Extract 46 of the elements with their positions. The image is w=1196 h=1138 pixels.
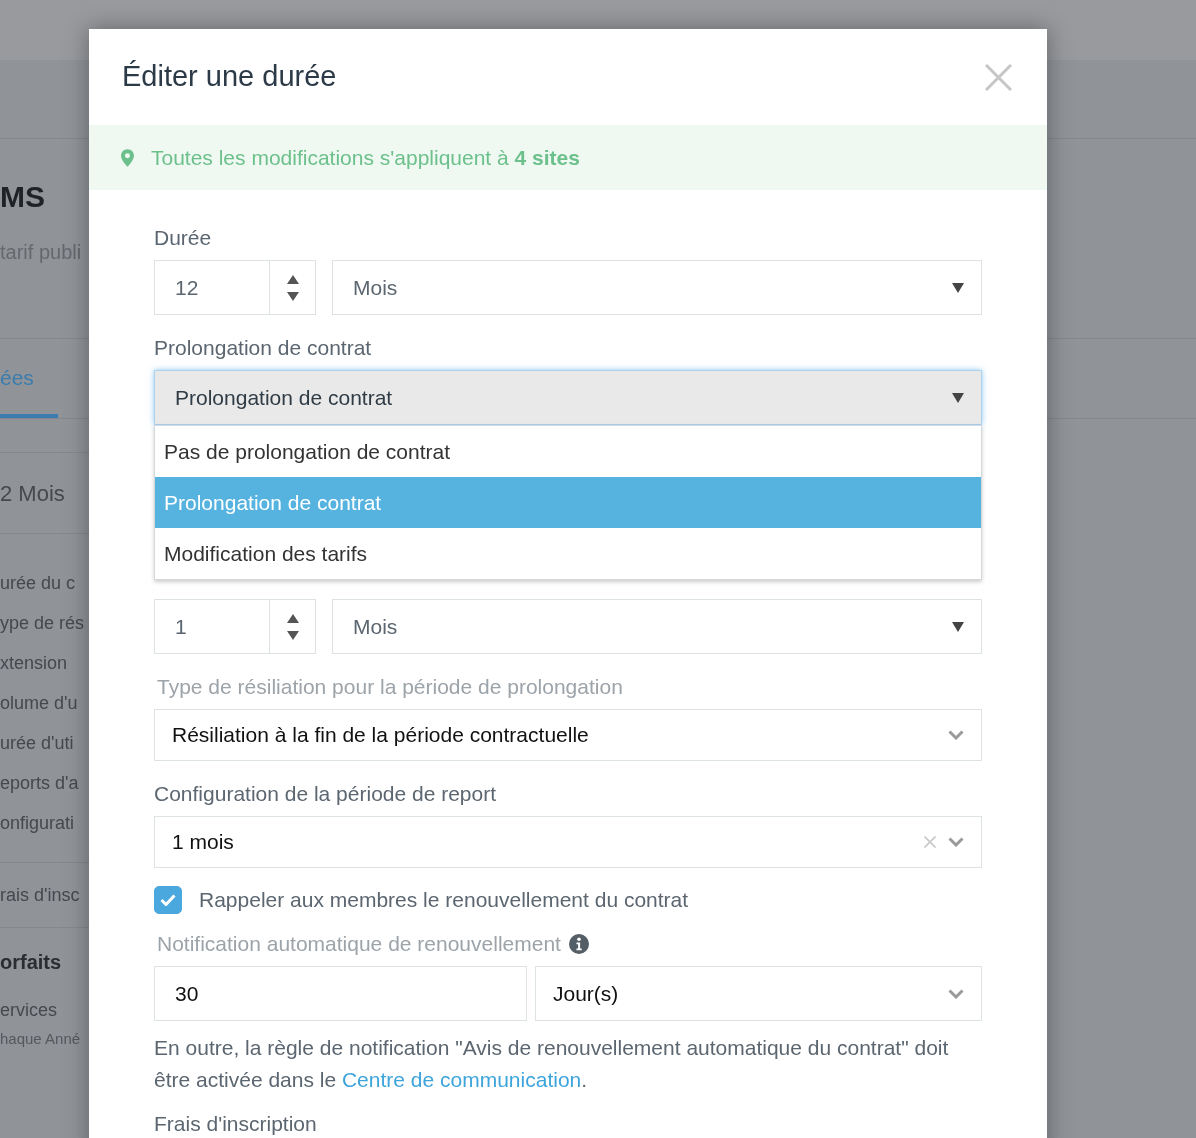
detail-label: urée d'uti [0, 732, 74, 755]
duration-text: 2 Mois [0, 479, 65, 508]
service-label: ervices [0, 999, 57, 1022]
caret-down-icon [952, 282, 964, 293]
up-down-arrows-icon[interactable] [286, 274, 299, 301]
select-field[interactable]: 1 mois [154, 816, 982, 868]
service-note: haque Anné [0, 1029, 81, 1049]
select-field[interactable]: Mois [332, 260, 982, 315]
select-field[interactable]: Mois [332, 599, 982, 654]
detail-label: eports d'a [0, 772, 79, 795]
dropdown-option[interactable]: Pas de prolongation de contrat [155, 426, 981, 477]
field-label: Notification automatique de renouvellement [156, 932, 561, 956]
number-field[interactable]: 12 [154, 260, 316, 315]
detail-label: olume d'u [0, 692, 78, 715]
fee-label: rais d'insc [0, 883, 80, 907]
field-label: Configuration de la période de report [154, 782, 497, 806]
up-down-arrows-icon[interactable] [286, 613, 299, 640]
field-label: Prolongation de contrat [154, 336, 372, 360]
chevron-down-icon [948, 837, 964, 847]
field-label: Type de résiliation pour la période de prolongation [156, 675, 623, 699]
dropdown-option[interactable]: Modification des tarifs [155, 528, 981, 579]
field-label: Durée [154, 226, 212, 250]
field-label: Frais d'inscription [154, 1112, 317, 1136]
select-field[interactable]: Résiliation à la fin de la période contractuelle [154, 709, 982, 761]
detail-label: onfigurati [0, 812, 75, 835]
detail-label: ype de rés [0, 612, 85, 635]
banner-text: Toutes les modifications s'appliquent à 4 sites [151, 144, 580, 171]
select-field[interactable]: Jour(s) [535, 966, 982, 1021]
caret-down-icon [952, 621, 964, 632]
input-field[interactable]: 30 [154, 966, 527, 1021]
location-pin-icon [121, 148, 134, 167]
help-text: En outre, la règle de notification "Avis de renouvellement automatique du contrat" doit être activée dans le Centre de communication. [154, 1035, 950, 1093]
number-field[interactable]: 1 [154, 599, 316, 654]
chevron-down-icon [948, 730, 964, 740]
caret-down-icon [952, 392, 964, 403]
dialog-title: Éditer une durée [122, 59, 337, 95]
checkbox[interactable] [154, 886, 182, 914]
detail-label: xtension [0, 652, 68, 675]
page-title: MS [0, 180, 45, 214]
check-icon [160, 894, 176, 906]
section-heading: orfaits [0, 950, 62, 974]
select-field[interactable]: Prolongation de contrat [154, 370, 982, 425]
info-icon[interactable] [568, 934, 589, 954]
chevron-down-icon [948, 988, 964, 999]
detail-label: urée du c [0, 572, 76, 595]
checkbox-label: Rappeler aux membres le renouvellement du contrat [199, 888, 689, 912]
